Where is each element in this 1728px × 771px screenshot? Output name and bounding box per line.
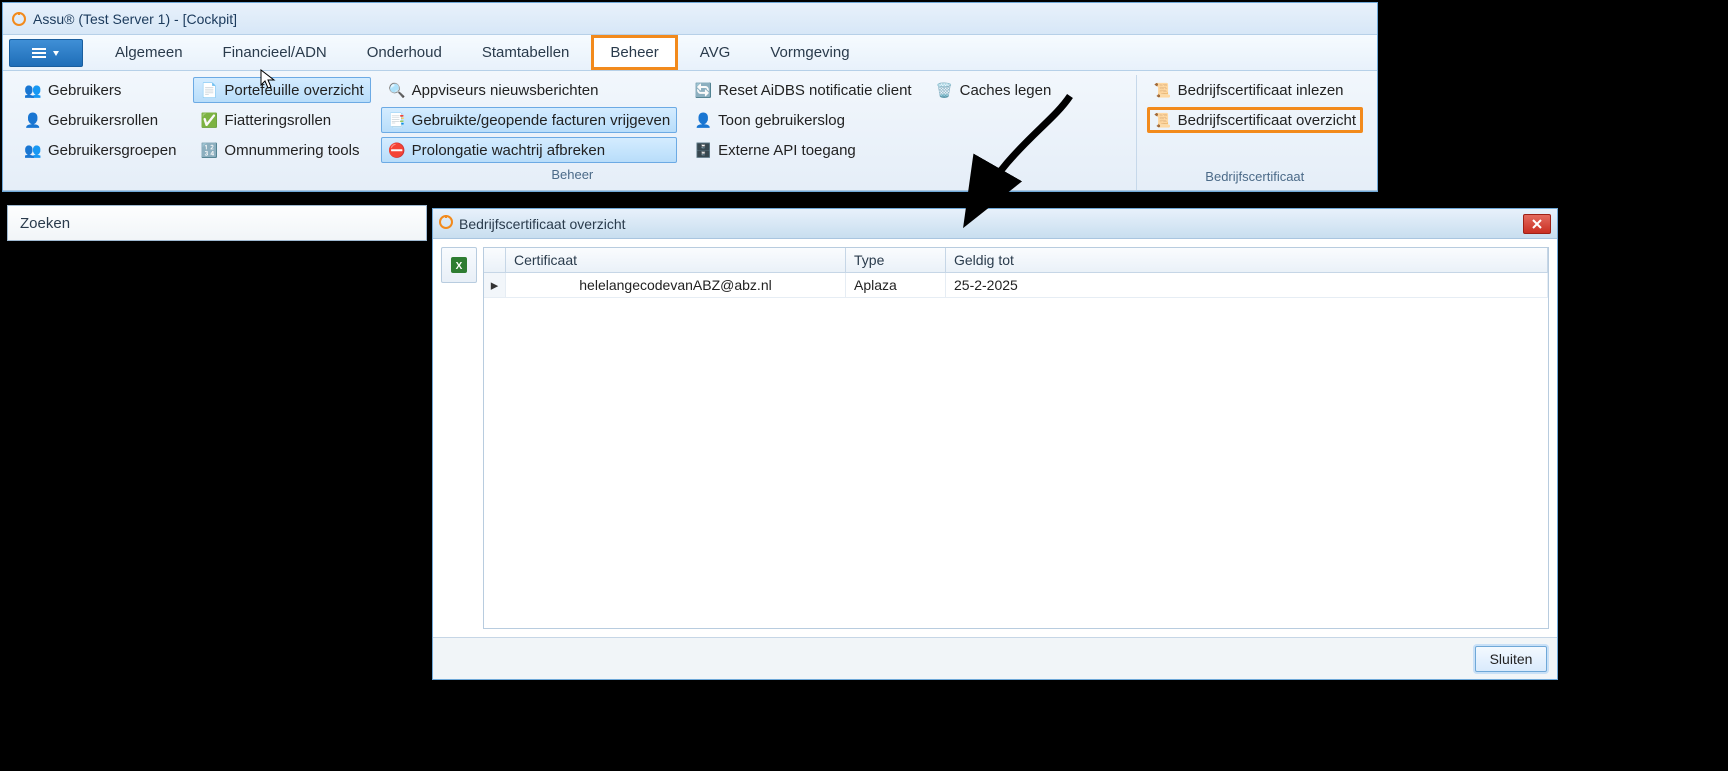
grid-body: ▸ helelangecodevanABZ@abz.nl Aplaza 25-2… xyxy=(484,273,1548,628)
rb-fiatteringsrollen-label: Fiatteringsrollen xyxy=(224,112,331,129)
invoice-release-icon: 📑 xyxy=(388,111,406,129)
rb-caches[interactable]: 🗑️ Caches legen xyxy=(929,77,1059,103)
rb-caches-label: Caches legen xyxy=(960,82,1052,99)
grid-header: Certificaat Type Geldig tot xyxy=(484,248,1548,273)
reset-icon: 🔄 xyxy=(694,81,712,99)
rb-appviseurs[interactable]: 🔍 Appviseurs nieuwsberichten xyxy=(381,77,678,103)
tab-financieel[interactable]: Financieel/ADN xyxy=(205,36,345,69)
rb-cert-overzicht[interactable]: 📜 Bedrijfscertificaat overzicht xyxy=(1147,107,1363,133)
rb-facturen-label: Gebruikte/geopende facturen vrijgeven xyxy=(412,112,671,129)
export-excel-button[interactable]: X xyxy=(441,247,477,283)
rb-omnummering[interactable]: 🔢 Omnummering tools xyxy=(193,137,370,163)
sluiten-button[interactable]: Sluiten xyxy=(1475,646,1547,672)
cert-overview-icon: 📜 xyxy=(1154,111,1172,129)
rb-reset[interactable]: 🔄 Reset AiDBS notificatie client xyxy=(687,77,918,103)
tab-stamtabellen[interactable]: Stamtabellen xyxy=(464,36,588,69)
tab-beheer[interactable]: Beheer xyxy=(591,35,677,70)
cert-import-icon: 📜 xyxy=(1154,81,1172,99)
window-title: Assu® (Test Server 1) - [Cockpit] xyxy=(33,11,237,27)
rb-gebruikersgroepen[interactable]: 👥 Gebruikersgroepen xyxy=(17,137,183,163)
approval-icon: ✅ xyxy=(200,111,218,129)
file-menu-button[interactable] xyxy=(9,39,83,67)
rb-facturen[interactable]: 📑 Gebruikte/geopende facturen vrijgeven xyxy=(381,107,678,133)
rb-appviseurs-label: Appviseurs nieuwsberichten xyxy=(412,82,599,99)
rb-toon[interactable]: 👤 Toon gebruikerslog xyxy=(687,107,918,133)
rb-cert-overzicht-label: Bedrijfscertificaat overzicht xyxy=(1178,112,1356,129)
dialog-cert-overview: Bedrijfscertificaat overzicht X Certific… xyxy=(432,208,1558,680)
col-certificaat[interactable]: Certificaat xyxy=(506,248,846,272)
tab-avg[interactable]: AVG xyxy=(682,36,749,69)
rb-gebruikers[interactable]: 👥 Gebruikers xyxy=(17,77,183,103)
portfolio-icon: 📄 xyxy=(200,81,218,99)
dialog-title-bar: Bedrijfscertificaat overzicht xyxy=(433,209,1557,239)
rb-gebruikersrollen-label: Gebruikersrollen xyxy=(48,112,158,129)
renumber-icon: 🔢 xyxy=(200,141,218,159)
rb-gebruikers-label: Gebruikers xyxy=(48,82,121,99)
cert-grid: Certificaat Type Geldig tot ▸ helelangec… xyxy=(483,247,1549,629)
search-label: Zoeken xyxy=(20,215,70,232)
ribbon-tabs: Algemeen Financieel/ADN Onderhoud Stamta… xyxy=(3,35,1377,71)
rb-gebruikersgroepen-label: Gebruikersgroepen xyxy=(48,142,176,159)
search-panel[interactable]: Zoeken xyxy=(7,205,427,241)
news-icon: 🔍 xyxy=(388,81,406,99)
rb-toon-label: Toon gebruikerslog xyxy=(718,112,845,129)
dialog-app-icon xyxy=(439,215,453,233)
rb-omnummering-label: Omnummering tools xyxy=(224,142,359,159)
rb-cert-inlezen[interactable]: 📜 Bedrijfscertificaat inlezen xyxy=(1147,77,1363,103)
users-icon: 👥 xyxy=(24,81,42,99)
userlog-icon: 👤 xyxy=(694,111,712,129)
window-title-bar: Assu® (Test Server 1) - [Cockpit] xyxy=(3,3,1377,35)
dialog-title: Bedrijfscertificaat overzicht xyxy=(459,216,1517,232)
app-icon xyxy=(11,11,27,27)
rb-portefeuille[interactable]: 📄 Portefeuille overzicht xyxy=(193,77,370,103)
api-icon: 🗄️ xyxy=(694,141,712,159)
rb-fiatteringsrollen[interactable]: ✅ Fiatteringsrollen xyxy=(193,107,370,133)
col-geldig[interactable]: Geldig tot xyxy=(946,248,1548,272)
cache-clear-icon: 🗑️ xyxy=(936,81,954,99)
rb-prolongatie[interactable]: ⛔ Prolongatie wachtrij afbreken xyxy=(381,137,678,163)
cell-type: Aplaza xyxy=(846,273,946,297)
rb-gebruikersrollen[interactable]: 👤 Gebruikersrollen xyxy=(17,107,183,133)
ribbon-group-beheer-label: Beheer xyxy=(17,163,1128,186)
table-row[interactable]: ▸ helelangecodevanABZ@abz.nl Aplaza 25-2… xyxy=(484,273,1548,298)
rb-prolongatie-label: Prolongatie wachtrij afbreken xyxy=(412,142,605,159)
row-indicator-icon: ▸ xyxy=(484,273,506,297)
ribbon: 👥 Gebruikers 👤 Gebruikersrollen 👥 Gebrui… xyxy=(3,71,1377,191)
user-roles-icon: 👤 xyxy=(24,111,42,129)
rb-cert-inlezen-label: Bedrijfscertificaat inlezen xyxy=(1178,82,1344,99)
tab-algemeen[interactable]: Algemeen xyxy=(97,36,201,69)
rb-externe[interactable]: 🗄️ Externe API toegang xyxy=(687,137,918,163)
rb-portefeuille-label: Portefeuille overzicht xyxy=(224,82,363,99)
queue-abort-icon: ⛔ xyxy=(388,141,406,159)
svg-text:X: X xyxy=(456,261,463,272)
rb-reset-label: Reset AiDBS notificatie client xyxy=(718,82,911,99)
dialog-footer: Sluiten xyxy=(433,637,1557,679)
col-type[interactable]: Type xyxy=(846,248,946,272)
rb-externe-label: Externe API toegang xyxy=(718,142,856,159)
cell-cert: helelangecodevanABZ@abz.nl xyxy=(506,273,846,297)
tab-onderhoud[interactable]: Onderhoud xyxy=(349,36,460,69)
tab-vormgeving[interactable]: Vormgeving xyxy=(752,36,867,69)
ribbon-group-cert-label: Bedrijfscertificaat xyxy=(1147,165,1363,188)
user-groups-icon: 👥 xyxy=(24,141,42,159)
dialog-close-button[interactable] xyxy=(1523,214,1551,234)
main-window: Assu® (Test Server 1) - [Cockpit] Algeme… xyxy=(2,2,1378,192)
cell-geldig: 25-2-2025 xyxy=(946,273,1548,297)
